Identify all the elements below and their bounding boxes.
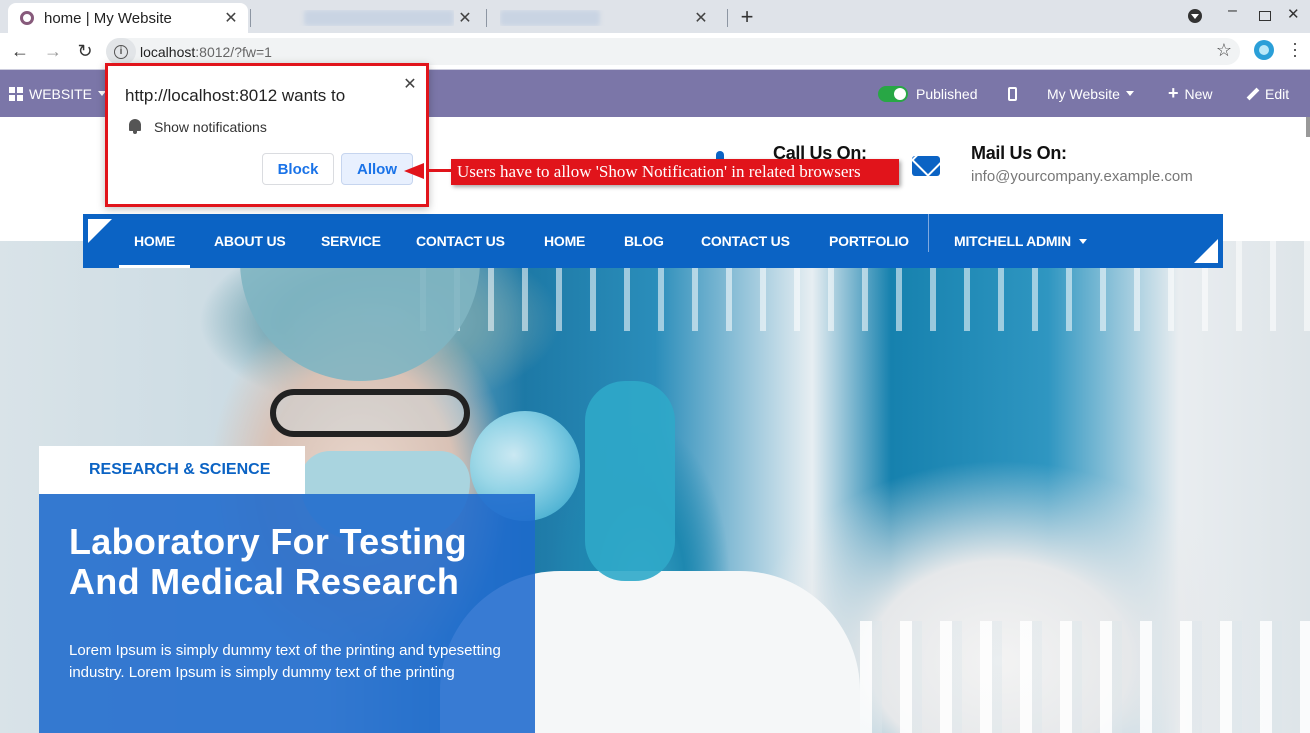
new-tab-button[interactable]: +	[737, 4, 757, 30]
hero-title: Laboratory For Testing And Medical Resea…	[69, 522, 505, 602]
tab-separator	[486, 9, 487, 27]
tab-separator	[250, 9, 251, 27]
new-content-button[interactable]: + New	[1168, 70, 1213, 117]
website-switcher-label: My Website	[1047, 85, 1120, 102]
annotation-callout: Users have to allow 'Show Notification' …	[451, 159, 899, 185]
permission-request-item: Show notifications	[154, 119, 267, 135]
new-label: New	[1184, 85, 1213, 102]
nav-item-blog[interactable]: BLOG	[624, 214, 664, 268]
apps-grid-icon	[9, 86, 23, 101]
tab-title-blurred	[500, 10, 690, 26]
tab-separator	[727, 9, 728, 27]
main-navigation: HOME ABOUT US SERVICE CONTACT US HOME BL…	[83, 214, 1223, 268]
minimize-icon[interactable]: –	[1228, 2, 1237, 20]
bell-icon	[129, 119, 141, 134]
edit-button[interactable]: Edit	[1247, 70, 1289, 117]
hero-title-line2: And Medical Research	[69, 561, 460, 602]
user-menu-label: MITCHELL ADMIN	[954, 233, 1071, 249]
nav-item-home-2[interactable]: HOME	[544, 214, 585, 268]
tab-close-icon[interactable]: ✕	[220, 8, 242, 28]
allow-button[interactable]: Allow	[341, 153, 413, 185]
apps-menu-button[interactable]: WEBSITE	[9, 70, 107, 117]
hero-text-panel: Laboratory For Testing And Medical Resea…	[39, 494, 535, 733]
window-close-icon[interactable]: ✕	[1287, 5, 1300, 23]
browser-tab-blurred[interactable]: ✕	[252, 3, 482, 33]
browser-tab-bar: home | My Website ✕ ✕ ✕ + – ✕	[0, 0, 1310, 33]
nav-item-contact-us[interactable]: CONTACT US	[416, 214, 505, 268]
user-menu[interactable]: MITCHELL ADMIN	[954, 214, 1087, 268]
reload-icon[interactable]: ↻	[73, 39, 97, 63]
tab-title: home | My Website	[44, 9, 172, 27]
caret-down-icon	[1125, 91, 1134, 96]
forward-arrow-icon[interactable]: →	[41, 39, 65, 63]
plus-icon: +	[1168, 83, 1179, 103]
nav-item-portfolio[interactable]: PORTFOLIO	[829, 214, 909, 268]
annotation-arrow-head	[404, 163, 424, 179]
notification-permission-popup: http://localhost:8012 wants to ✕ Show no…	[105, 63, 429, 207]
back-arrow-icon[interactable]: ←	[8, 39, 32, 63]
mail-us-block: Mail Us On: info@yourcompany.example.com	[971, 143, 1193, 185]
website-switcher[interactable]: My Website	[1047, 70, 1134, 117]
nav-divider	[928, 214, 929, 252]
hero-banner: RESEARCH & SCIENCE Laboratory For Testin…	[0, 241, 1310, 733]
site-info-icon[interactable]: i	[106, 38, 136, 65]
mail-us-email[interactable]: info@yourcompany.example.com	[971, 168, 1193, 185]
mobile-preview-button[interactable]	[1008, 70, 1017, 117]
page-scrollbar[interactable]	[1306, 117, 1310, 137]
hero-category-tag: RESEARCH & SCIENCE	[39, 446, 305, 494]
nav-item-home[interactable]: HOME	[118, 214, 191, 268]
permission-close-icon[interactable]: ✕	[402, 74, 418, 94]
hero-scientist-goggles	[270, 389, 470, 437]
tab-close-icon[interactable]: ✕	[690, 8, 712, 28]
address-bar[interactable]: i localhost :8012/?fw=1 ☆	[106, 38, 1240, 65]
url-path: :8012/?fw=1	[195, 43, 272, 60]
hero-title-line1: Laboratory For Testing	[69, 521, 467, 562]
restore-icon[interactable]	[1259, 11, 1271, 21]
edit-label: Edit	[1265, 85, 1290, 102]
published-label: Published	[916, 85, 978, 102]
nav-item-about-us[interactable]: ABOUT US	[214, 214, 286, 268]
published-toggle[interactable]: Published	[878, 70, 978, 117]
extension-icon[interactable]	[1254, 40, 1274, 60]
nav-corner-decoration	[88, 219, 112, 243]
hero-test-tubes	[860, 621, 1310, 733]
tab-close-icon[interactable]: ✕	[454, 8, 476, 28]
mail-us-title: Mail Us On:	[971, 143, 1067, 163]
nav-corner-decoration	[1194, 239, 1218, 263]
profile-menu-icon[interactable]	[1188, 9, 1202, 23]
permission-title: http://localhost:8012 wants to	[125, 86, 346, 105]
bookmark-star-icon[interactable]: ☆	[1216, 40, 1232, 61]
mobile-icon	[1008, 86, 1017, 101]
caret-down-icon	[1078, 238, 1087, 244]
browser-menu-icon[interactable]: · · ·	[1290, 34, 1300, 64]
toggle-switch-icon	[878, 85, 908, 102]
nav-item-contact-us-2[interactable]: CONTACT US	[701, 214, 790, 268]
envelope-icon	[912, 156, 940, 176]
hero-description: Lorem Ipsum is simply dummy text of the …	[69, 642, 501, 681]
browser-tab-blurred[interactable]: ✕	[488, 3, 718, 33]
url-host: localhost	[140, 43, 196, 60]
nav-item-service[interactable]: SERVICE	[321, 214, 381, 268]
odoo-favicon-icon	[20, 11, 34, 25]
browser-tab-active[interactable]: home | My Website ✕	[8, 3, 248, 33]
tab-title-blurred	[264, 10, 454, 26]
block-button[interactable]: Block	[262, 153, 334, 185]
hero-glove	[585, 381, 675, 581]
apps-menu-label: WEBSITE	[29, 85, 93, 102]
pencil-icon	[1247, 88, 1259, 100]
